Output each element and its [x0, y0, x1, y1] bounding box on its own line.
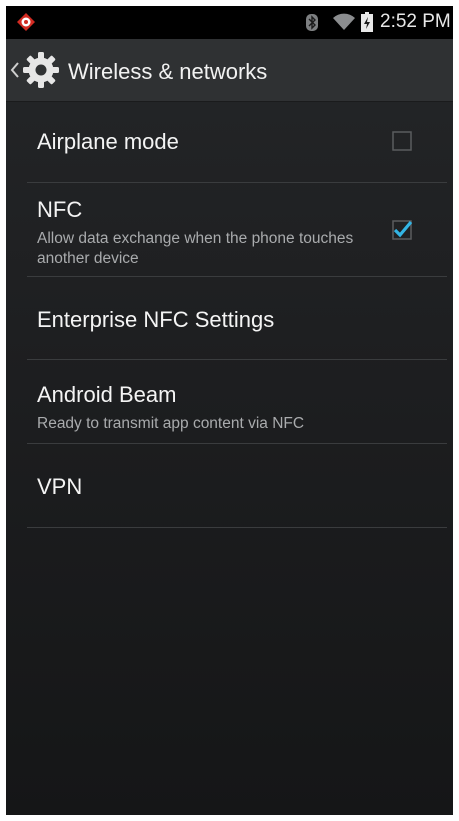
settings-gear-icon [23, 52, 59, 88]
status-clock: 2:52 PM [380, 11, 451, 32]
nfc-checkbox[interactable] [392, 220, 412, 240]
pref-vpn[interactable]: VPN [27, 444, 447, 528]
up-caret-icon [10, 62, 19, 78]
device-screen: 2:52 PM Wireless & networks Airplane mod… [6, 6, 453, 815]
bluetooth-icon [306, 14, 318, 31]
status-bar: 2:52 PM [6, 6, 453, 39]
pref-summary: Allow data exchange when the phone touch… [37, 230, 354, 267]
action-bar-home[interactable]: Wireless & networks [6, 39, 453, 102]
pref-android-beam[interactable]: Android Beam Ready to transmit app conte… [27, 360, 447, 444]
pref-title: Android Beam [37, 382, 177, 407]
pref-summary: Ready to transmit app content via NFC [37, 415, 305, 432]
pref-title: Enterprise NFC Settings [37, 307, 275, 332]
page-title: Wireless & networks [68, 59, 268, 84]
pref-enterprise-nfc-settings[interactable]: Enterprise NFC Settings [27, 277, 447, 360]
pref-title: VPN [37, 474, 83, 499]
airplane-mode-checkbox[interactable] [392, 131, 412, 151]
pref-airplane-mode[interactable]: Airplane mode [27, 102, 447, 183]
pref-nfc[interactable]: NFC Allow data exchange when the phone t… [27, 183, 447, 277]
battery-icon [361, 12, 373, 32]
preference-list: Airplane mode NFC Allow data exchange wh… [6, 102, 453, 528]
pref-title: NFC [37, 197, 83, 222]
pref-title: Airplane mode [37, 129, 179, 154]
app-notification-icon [17, 13, 35, 31]
wifi-icon [333, 13, 355, 30]
